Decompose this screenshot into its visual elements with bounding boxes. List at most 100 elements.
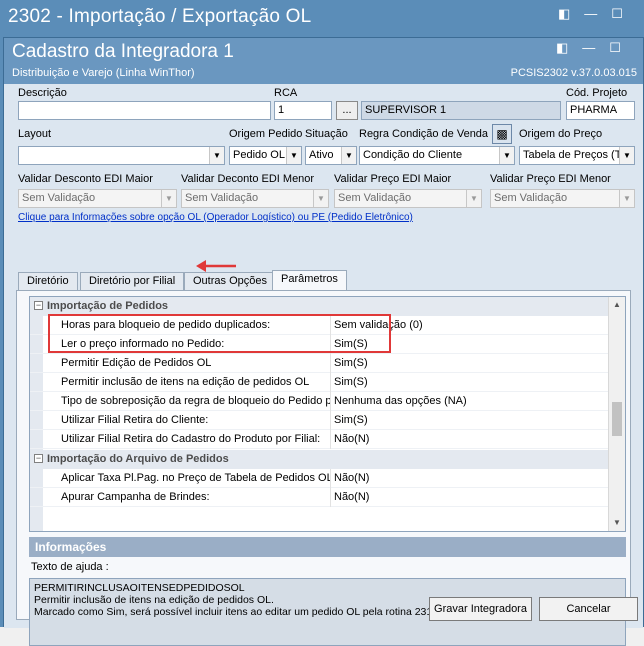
inner-window-title: Cadastro da Integradora 1 (12, 41, 234, 62)
rca-name-field: SUPERVISOR 1 (361, 101, 561, 120)
property-value[interactable]: Nenhuma das opções (NA) (334, 395, 467, 407)
chevron-down-icon[interactable]: ▼ (619, 190, 634, 207)
version-label: PCSIS2302 v.37.0.03.015 (510, 67, 637, 79)
help-line-title: Permitir inclusão de itens na edição de … (34, 594, 274, 606)
scroll-thumb[interactable] (612, 402, 622, 436)
scroll-down-icon[interactable]: ▼ (609, 515, 625, 531)
origem-preco-label: Origem do Preço (519, 128, 603, 140)
val-desc-menor-select[interactable]: Sem Validação ▼ (181, 189, 329, 208)
origem-preco-select[interactable]: Tabela de Preços (T ▼ (519, 146, 635, 165)
property-name: Tipo de sobreposição da regra de bloquei… (61, 395, 331, 407)
property-value[interactable]: Sim(S) (334, 376, 368, 388)
tab-outras-opcoes[interactable]: Outras Opções (184, 272, 276, 290)
property-value[interactable]: Sim(S) (334, 414, 368, 426)
descricao-input[interactable] (18, 101, 271, 120)
situacao-select[interactable]: Ativo ▼ (305, 146, 357, 165)
highlight-box (48, 314, 391, 353)
column-divider (330, 373, 331, 392)
property-name: Utilizar Filial Retira do Cliente: (61, 414, 209, 426)
tab-diretorio[interactable]: Diretório (18, 272, 78, 290)
chevron-down-icon[interactable]: ▼ (619, 147, 634, 164)
chevron-down-icon[interactable]: ▼ (286, 147, 301, 164)
chevron-down-icon[interactable]: ▼ (161, 190, 176, 207)
outer-title-bar: 2302 - Importação / Exportação OL ◧ — ☐ (0, 0, 644, 38)
collapse-icon[interactable]: − (34, 301, 43, 310)
property-name: Aplicar Taxa Pl.Pag. no Preço de Tabela … (61, 472, 331, 484)
grid-row[interactable]: Aplicar Taxa Pl.Pag. no Preço de Tabela … (30, 469, 610, 488)
property-value[interactable]: Sim(S) (334, 357, 368, 369)
origem-pedido-select[interactable]: Pedido OL ▼ (229, 146, 302, 165)
help-text-box: PERMITIRINCLUSAOITENSEDPEDIDOSOL Permiti… (29, 578, 626, 646)
outer-window-title: 2302 - Importação / Exportação OL (8, 6, 312, 27)
column-divider (330, 488, 331, 507)
val-preco-maior-label: Validar Preço EDI Maior (334, 173, 452, 185)
tab-diretorio-por-filial[interactable]: Diretório por Filial (80, 272, 185, 290)
val-preco-menor-select[interactable]: Sem Validação ▼ (490, 189, 635, 208)
origem-pedido-label: Origem Pedido (229, 128, 303, 140)
info-ol-pe-link[interactable]: Clique para Informações sobre opção OL (… (18, 212, 413, 223)
chevron-down-icon[interactable]: ▼ (313, 190, 328, 207)
scroll-up-icon[interactable]: ▲ (609, 297, 625, 313)
grid-row[interactable]: Apurar Campanha de Brindes: Não(N) (30, 488, 610, 507)
chevron-down-icon[interactable]: ▼ (341, 147, 356, 164)
regra-value: Condição do Cliente (363, 149, 463, 161)
regra-config-icon[interactable]: ▩ (492, 124, 512, 144)
origem-preco-value: Tabela de Preços (T (523, 149, 622, 161)
val-desc-menor-value: Sem Validação (185, 192, 259, 204)
rca-input[interactable]: 1 (274, 101, 332, 120)
inner-window-controls: ◧ — ☐ (556, 40, 621, 56)
info-header: Informações (29, 537, 626, 557)
grid-row[interactable]: Tipo de sobreposição da regra de bloquei… (30, 392, 610, 411)
maximize-icon[interactable]: ☐ (611, 6, 623, 22)
chevron-down-icon[interactable]: ▼ (209, 147, 224, 164)
layout-select[interactable]: ▼ (18, 146, 225, 165)
val-preco-maior-select[interactable]: Sem Validação ▼ (334, 189, 482, 208)
category-label: Importação de Pedidos (47, 300, 169, 312)
minimize-icon[interactable]: — (584, 6, 597, 22)
grid-row[interactable]: Utilizar Filial Retira do Cliente: Sim(S) (30, 411, 610, 430)
val-desc-maior-value: Sem Validação (22, 192, 96, 204)
val-preco-maior-value: Sem Validação (338, 192, 412, 204)
grid-row[interactable]: Utilizar Filial Retira do Cadastro do Pr… (30, 430, 610, 449)
property-name: Apurar Campanha de Brindes: (61, 491, 210, 503)
category-importacao-arquivo[interactable]: − Importação do Arquivo de Pedidos (30, 450, 610, 469)
grid-row[interactable]: Permitir Edição de Pedidos OL Sim(S) (30, 354, 610, 373)
property-value[interactable]: Não(N) (334, 433, 369, 445)
regra-label: Regra Condição de Venda (359, 128, 489, 140)
descricao-label: Descrição (18, 87, 67, 99)
property-name: Utilizar Filial Retira do Cadastro do Pr… (61, 433, 321, 445)
cancelar-button[interactable]: Cancelar (539, 597, 638, 621)
help-text-label: Texto de ajuda : (31, 561, 109, 573)
restore-icon[interactable]: ◧ (556, 40, 568, 56)
property-value[interactable]: Não(N) (334, 472, 369, 484)
minimize-icon[interactable]: — (582, 40, 595, 56)
collapse-icon[interactable]: − (34, 454, 43, 463)
cod-projeto-label: Cód. Projeto (566, 87, 628, 99)
form-area: Descrição RCA 1 ... SUPERVISOR 1 Cód. Pr… (4, 84, 643, 646)
regra-select[interactable]: Condição do Cliente ▼ (359, 146, 515, 165)
inner-window-subtitle: Distribuição e Varejo (Linha WinThor) (12, 67, 195, 79)
chevron-down-icon[interactable]: ▼ (466, 190, 481, 207)
rca-lookup-button[interactable]: ... (336, 101, 358, 120)
situacao-value: Ativo (309, 149, 334, 161)
property-value[interactable]: Não(N) (334, 491, 369, 503)
grid-row[interactable]: Permitir inclusão de itens na edição de … (30, 373, 610, 392)
cod-projeto-input[interactable]: PHARMA (566, 101, 635, 120)
gravar-integradora-button[interactable]: Gravar Integradora (429, 597, 532, 621)
rca-label: RCA (274, 87, 298, 99)
column-divider (330, 354, 331, 373)
layout-label: Layout (18, 128, 52, 140)
restore-icon[interactable]: ◧ (558, 6, 570, 22)
help-line-description: Marcado como Sim, será possível incluir … (34, 606, 441, 618)
outer-window-controls: ◧ — ☐ (558, 6, 623, 22)
situacao-label: Situação (305, 128, 348, 140)
inner-title-bar: Cadastro da Integradora 1 Distribuição e… (4, 38, 643, 84)
chevron-down-icon[interactable]: ▼ (499, 147, 514, 164)
tab-parametros[interactable]: Parâmetros (272, 270, 347, 290)
column-divider (330, 469, 331, 488)
val-desc-maior-select[interactable]: Sem Validação ▼ (18, 189, 177, 208)
help-line-key: PERMITIRINCLUSAOITENSEDPEDIDOSOL (34, 582, 245, 594)
maximize-icon[interactable]: ☐ (609, 40, 621, 56)
grid-scrollbar[interactable]: ▲ ▼ (608, 297, 625, 531)
val-desc-menor-label: Validar Deconto EDI Menor (181, 173, 315, 185)
